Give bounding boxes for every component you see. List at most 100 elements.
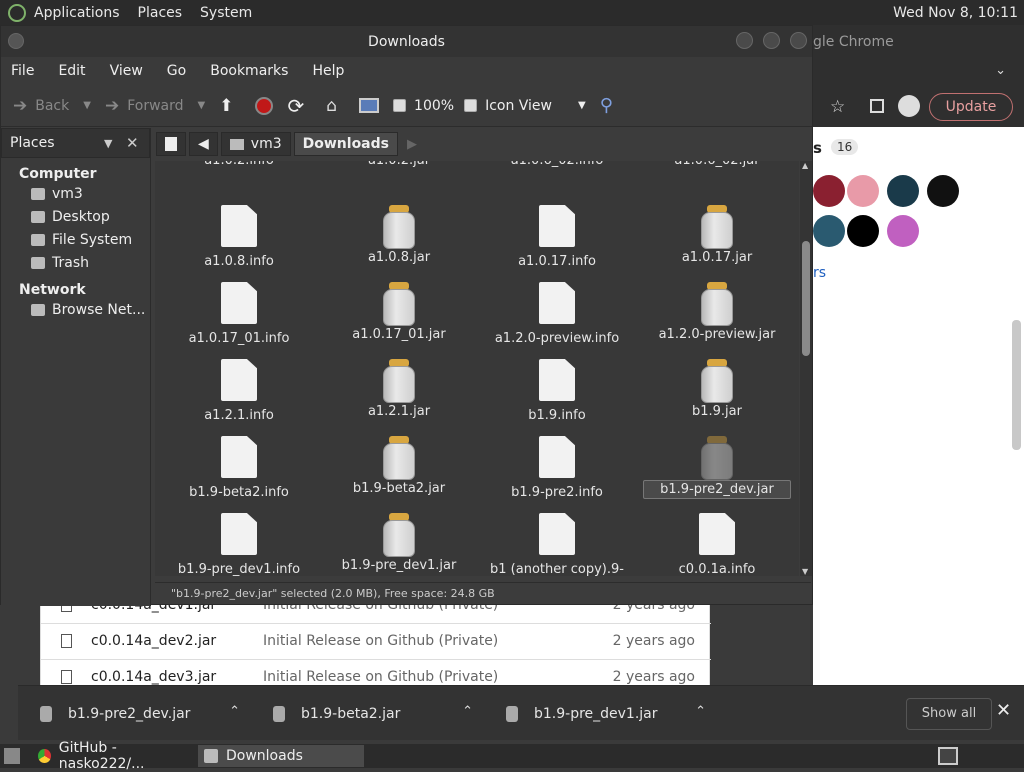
task-github-chrome[interactable]: GitHub - nasko222/... [32,740,194,772]
file-item[interactable]: a1.2.1.info [159,359,319,424]
file-item[interactable]: b1.9-pre_dev1.jar [319,513,479,574]
maximize-button[interactable] [763,32,780,49]
back-button[interactable]: ➔ Back ▼ [13,96,91,116]
menu-applications[interactable]: Applications [34,5,120,21]
chevron-right-icon[interactable]: ▶ [407,137,417,152]
commit-message[interactable]: Initial Release on Github (Private) [263,633,498,649]
contributor-avatar[interactable] [813,175,845,207]
file-item[interactable]: b1.9-pre2_dev.jar [637,436,797,499]
scroll-up-icon[interactable]: ▲ [802,161,808,170]
file-item[interactable]: a1.0.6_02.jar [637,161,797,169]
file-item[interactable]: a1.0.8.jar [319,205,479,266]
chevron-up-icon[interactable]: ⌃ [462,704,473,719]
contributor-avatar[interactable] [847,175,879,207]
chevron-down-icon[interactable]: ⌄ [995,63,1006,78]
profile-avatar[interactable] [898,95,920,117]
breadcrumb-downloads[interactable]: Downloads [293,132,398,156]
chevron-down-icon[interactable]: ▼ [83,100,91,111]
chevron-up-icon[interactable]: ⌃ [695,704,706,719]
contributor-avatar[interactable] [847,215,879,247]
menu-system[interactable]: System [200,5,252,21]
sidebar-item-file-system[interactable]: File System [31,228,150,251]
contributor-avatar[interactable] [887,175,919,207]
file-item[interactable]: a1.0.8.info [159,205,319,270]
workspace-switcher[interactable] [938,747,958,765]
sidebar-item-vm3[interactable]: vm3 [31,182,150,205]
chevron-up-icon[interactable]: ⌃ [229,704,240,719]
contributor-avatar[interactable] [813,215,845,247]
menu-edit[interactable]: Edit [58,63,85,79]
file-item[interactable]: a1.2.0-preview.info [477,282,637,347]
file-item[interactable]: a1.0.6_02.info [477,161,637,169]
search-button[interactable]: ⚲ [600,95,621,116]
download-item[interactable]: b1.9-beta2.jar ⌃ [273,686,483,741]
chevron-down-icon[interactable]: ▼ [104,137,112,150]
home-button[interactable]: ⌂ [326,96,345,116]
download-item[interactable]: b1.9-pre_dev1.jar ⌃ [506,686,716,741]
contributors-link[interactable]: rs [813,265,826,281]
show-desktop-icon[interactable] [4,748,20,764]
menu-places[interactable]: Places [138,5,183,21]
chevron-down-icon[interactable]: ▼ [198,100,206,111]
menu-go[interactable]: Go [167,63,186,79]
sidepanel-icon[interactable] [870,99,884,113]
file-item[interactable]: b1.9-beta2.jar [319,436,479,497]
file-item[interactable]: b1.9-beta2.info [159,436,319,501]
forward-button[interactable]: ➔ Forward ▼ [105,96,205,116]
file-item[interactable]: a1.0.2.jar [319,161,479,169]
sidebar-header[interactable]: Places ▼ ✕ [1,128,150,158]
distro-logo-icon[interactable] [8,3,26,22]
close-button[interactable] [790,32,807,49]
download-item[interactable]: b1.9-pre2_dev.jar ⌃ [40,686,250,741]
menu-bookmarks[interactable]: Bookmarks [210,63,288,79]
clock[interactable]: Wed Nov 8, 10:11 [893,5,1018,21]
up-button[interactable]: ⬆ [219,96,241,116]
edit-location-button[interactable] [156,132,186,156]
contributor-avatar[interactable] [887,215,919,247]
computer-button[interactable] [359,98,380,113]
commit-message[interactable]: Initial Release on Github (Private) [263,669,498,685]
close-icon[interactable]: ✕ [126,134,139,152]
file-item[interactable]: c0.0.1a.info [637,513,797,576]
file-item[interactable]: b1 (another copy).9-pre2.info [477,513,637,576]
task-downloads[interactable]: Downloads [198,745,364,767]
file-item[interactable]: a1.0.17_01.info [159,282,319,347]
show-all-button[interactable]: Show all [906,698,992,730]
reload-button[interactable]: ⟳ [287,94,312,118]
file-item[interactable]: b1.9.info [477,359,637,424]
bookmark-star-icon[interactable]: ☆ [830,97,845,117]
zoom-level[interactable]: 100% [414,98,454,114]
scrollbar-thumb[interactable] [802,241,810,356]
update-button[interactable]: Update [929,93,1013,121]
contributor-avatar[interactable] [927,175,959,207]
file-item[interactable]: b1.9.jar [637,359,797,420]
file-item[interactable]: a1.0.17_01.jar [319,282,479,343]
menu-help[interactable]: Help [312,63,344,79]
grid-scrollbar[interactable]: ▲ ▼ [800,161,812,576]
file-item[interactable]: b1.9-pre2.info [477,436,637,501]
window-titlebar[interactable]: Downloads [1,26,812,57]
chrome-scrollbar[interactable] [1012,320,1021,450]
sidebar-item-browse-network[interactable]: Browse Net... [31,298,150,321]
scroll-down-icon[interactable]: ▼ [802,567,808,576]
menu-file[interactable]: File [11,63,34,79]
file-item[interactable]: a1.0.17.info [477,205,637,270]
file-name[interactable]: c0.0.14a_dev3.jar [91,669,216,685]
window-menu-button[interactable] [8,33,24,49]
stop-button[interactable] [255,96,274,115]
file-item[interactable]: a1.2.0-preview.jar [637,282,797,343]
file-item[interactable]: b1.9-pre_dev1.info [159,513,319,576]
sidebar-item-desktop[interactable]: Desktop [31,205,150,228]
minimize-button[interactable] [736,32,753,49]
path-back-arrow[interactable]: ◀ [189,132,218,156]
breadcrumb-vm3[interactable]: vm3 [220,132,291,156]
file-item[interactable]: a1.0.2.info [159,161,319,169]
file-item[interactable]: a1.2.1.jar [319,359,479,420]
zoom-in-button[interactable] [464,99,478,112]
zoom-out-button[interactable] [393,99,407,112]
file-item[interactable]: a1.0.17.jar [637,205,797,266]
view-mode-select[interactable]: Icon View ▼ [485,98,586,114]
file-name[interactable]: c0.0.14a_dev2.jar [91,633,216,649]
sidebar-item-trash[interactable]: Trash [31,251,150,274]
close-icon[interactable]: ✕ [996,700,1011,721]
